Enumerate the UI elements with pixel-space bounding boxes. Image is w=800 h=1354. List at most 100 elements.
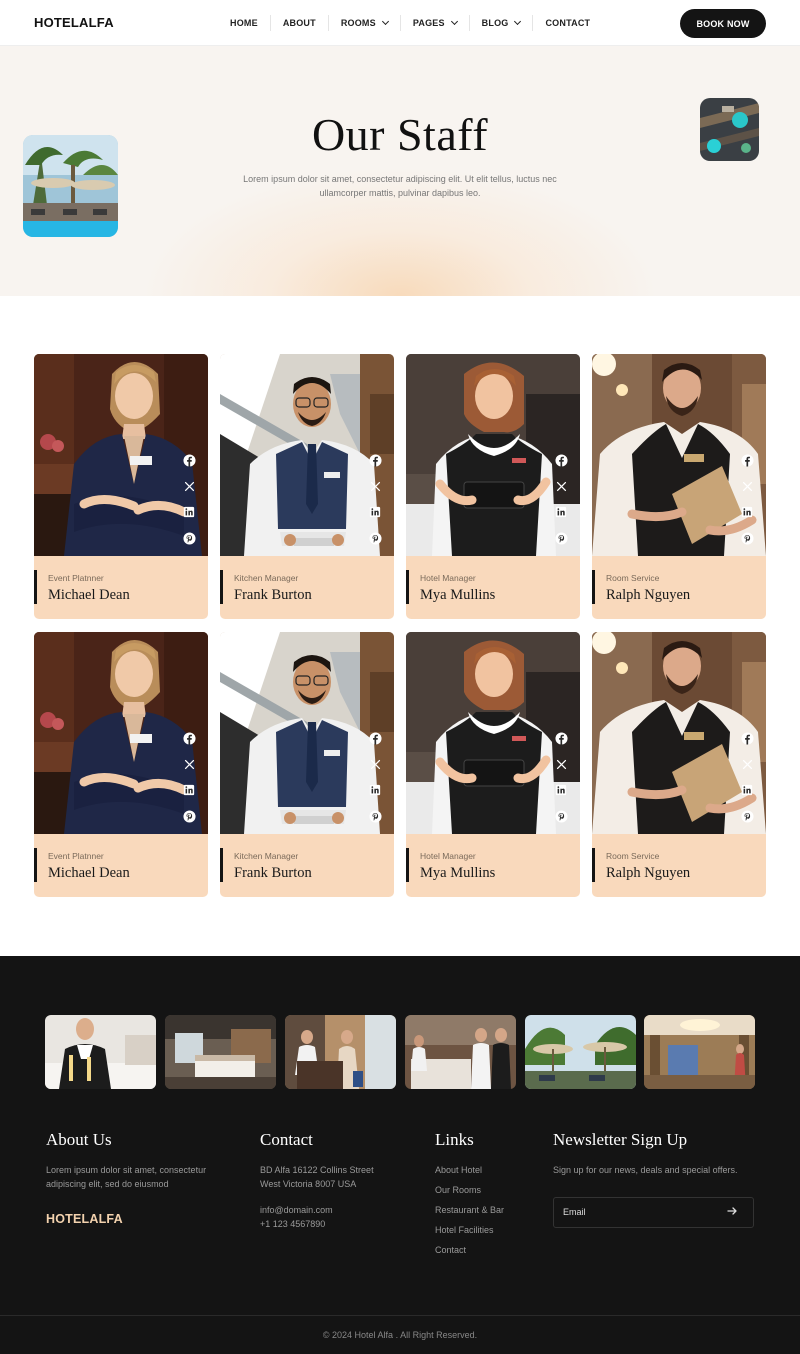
nav-label: HOME: [230, 18, 258, 28]
accent-bar: [406, 570, 409, 604]
facebook-icon[interactable]: [554, 731, 568, 745]
footer-link-hotel-facilities[interactable]: Hotel Facilities: [435, 1225, 494, 1235]
linkedin-icon[interactable]: [182, 505, 196, 519]
chevron-down-icon: [450, 17, 458, 26]
staff-name[interactable]: Ralph Nguyen: [606, 865, 690, 882]
staff-card[interactable]: Hotel Manager Mya Mullins: [406, 632, 580, 897]
staff-role: Room Service: [606, 573, 660, 583]
pinterest-icon[interactable]: [740, 809, 754, 823]
staff-card[interactable]: Hotel Manager Mya Mullins: [406, 354, 580, 619]
staff-info: Hotel Manager Mya Mullins: [406, 834, 580, 897]
nav-item-blog[interactable]: BLOG: [470, 15, 534, 31]
accent-bar: [406, 848, 409, 882]
nav-item-home[interactable]: HOME: [218, 15, 271, 31]
linkedin-icon[interactable]: [368, 505, 382, 519]
pinterest-icon[interactable]: [182, 809, 196, 823]
footer-link-contact[interactable]: Contact: [435, 1245, 466, 1255]
gallery-image[interactable]: [165, 1015, 276, 1089]
x-icon[interactable]: [740, 479, 754, 493]
staff-card[interactable]: Event Platnner Michael Dean: [34, 632, 208, 897]
accent-bar: [220, 848, 223, 882]
staff-role: Kitchen Manager: [234, 851, 299, 861]
footer-link-about-hotel[interactable]: About Hotel: [435, 1165, 482, 1175]
gallery-image[interactable]: [45, 1015, 156, 1089]
pinterest-icon[interactable]: [182, 531, 196, 545]
linkedin-icon[interactable]: [182, 783, 196, 797]
staff-card[interactable]: Room Service Ralph Nguyen: [592, 632, 766, 897]
x-icon[interactable]: [182, 757, 196, 771]
linkedin-icon[interactable]: [554, 783, 568, 797]
main-nav: HOME ABOUT ROOMS PAGES BLOG CONTACT: [218, 0, 602, 46]
footer-logo[interactable]: HOTELALFA: [46, 1212, 123, 1226]
pinterest-icon[interactable]: [554, 531, 568, 545]
staff-name[interactable]: Ralph Nguyen: [606, 587, 690, 604]
staff-role: Event Platnner: [48, 851, 104, 861]
staff-name[interactable]: Michael Dean: [48, 865, 130, 882]
nav-item-contact[interactable]: CONTACT: [533, 15, 602, 31]
pinterest-icon[interactable]: [368, 809, 382, 823]
footer-contact-title: Contact: [260, 1130, 313, 1149]
footer-newsletter-title: Newsletter Sign Up: [553, 1130, 688, 1149]
staff-name[interactable]: Mya Mullins: [420, 865, 495, 882]
staff-name[interactable]: Mya Mullins: [420, 587, 495, 604]
pinterest-icon[interactable]: [740, 531, 754, 545]
facebook-icon[interactable]: [740, 731, 754, 745]
x-icon[interactable]: [740, 757, 754, 771]
facebook-icon[interactable]: [182, 731, 196, 745]
footer-link-restaurant-bar[interactable]: Restaurant & Bar: [435, 1205, 504, 1215]
newsletter-email-field[interactable]: Email: [553, 1197, 754, 1228]
facebook-icon[interactable]: [554, 453, 568, 467]
accent-bar: [34, 848, 37, 882]
staff-info: Kitchen Manager Frank Burton: [220, 556, 394, 619]
staff-info: Kitchen Manager Frank Burton: [220, 834, 394, 897]
staff-card[interactable]: Room Service Ralph Nguyen: [592, 354, 766, 619]
facebook-icon[interactable]: [368, 453, 382, 467]
chevron-down-icon: [381, 17, 389, 26]
x-icon[interactable]: [182, 479, 196, 493]
nav-item-about[interactable]: ABOUT: [271, 15, 329, 31]
footer-email[interactable]: info@domain.com: [260, 1203, 333, 1217]
staff-name[interactable]: Michael Dean: [48, 587, 130, 604]
footer-link-our-rooms[interactable]: Our Rooms: [435, 1185, 481, 1195]
staff-name[interactable]: Frank Burton: [234, 587, 312, 604]
nav-label: ROOMS: [340, 18, 376, 28]
nav-item-rooms[interactable]: ROOMS: [329, 15, 401, 31]
x-icon[interactable]: [368, 479, 382, 493]
staff-card[interactable]: Kitchen Manager Frank Burton: [220, 632, 394, 897]
facebook-icon[interactable]: [740, 453, 754, 467]
gallery-image[interactable]: [644, 1015, 755, 1089]
pinterest-icon[interactable]: [368, 531, 382, 545]
staff-info: Event Platnner Michael Dean: [34, 834, 208, 897]
accent-bar: [34, 570, 37, 604]
x-icon[interactable]: [554, 479, 568, 493]
footer-address-line1: BD Alfa 16122 Collins Street: [260, 1165, 374, 1175]
gallery-image[interactable]: [285, 1015, 396, 1089]
page-hero: Our Staff Lorem ipsum dolor sit amet, co…: [0, 46, 800, 296]
nav-item-pages[interactable]: PAGES: [401, 15, 470, 31]
x-icon[interactable]: [368, 757, 382, 771]
staff-name[interactable]: Frank Burton: [234, 865, 312, 882]
staff-role: Kitchen Manager: [234, 573, 299, 583]
facebook-icon[interactable]: [182, 453, 196, 467]
gallery-image[interactable]: [405, 1015, 516, 1089]
x-icon[interactable]: [554, 757, 568, 771]
linkedin-icon[interactable]: [740, 783, 754, 797]
accent-bar: [220, 570, 223, 604]
pinterest-icon[interactable]: [554, 809, 568, 823]
staff-role: Event Platnner: [48, 573, 104, 583]
linkedin-icon[interactable]: [368, 783, 382, 797]
footer-phone[interactable]: +1 123 4567890: [260, 1217, 325, 1231]
footer-address-line2: West Victoria 8007 USA: [260, 1179, 357, 1189]
staff-card[interactable]: Event Platnner Michael Dean: [34, 354, 208, 619]
book-now-button[interactable]: BOOK NOW: [680, 9, 766, 38]
arrow-right-icon[interactable]: [725, 1204, 739, 1218]
accent-bar: [592, 570, 595, 604]
site-logo[interactable]: HOTELALFA: [34, 15, 114, 30]
staff-card[interactable]: Kitchen Manager Frank Burton: [220, 354, 394, 619]
gallery-image[interactable]: [525, 1015, 636, 1089]
linkedin-icon[interactable]: [554, 505, 568, 519]
linkedin-icon[interactable]: [740, 505, 754, 519]
facebook-icon[interactable]: [368, 731, 382, 745]
staff-role: Hotel Manager: [420, 573, 476, 583]
nav-label: CONTACT: [545, 18, 591, 28]
